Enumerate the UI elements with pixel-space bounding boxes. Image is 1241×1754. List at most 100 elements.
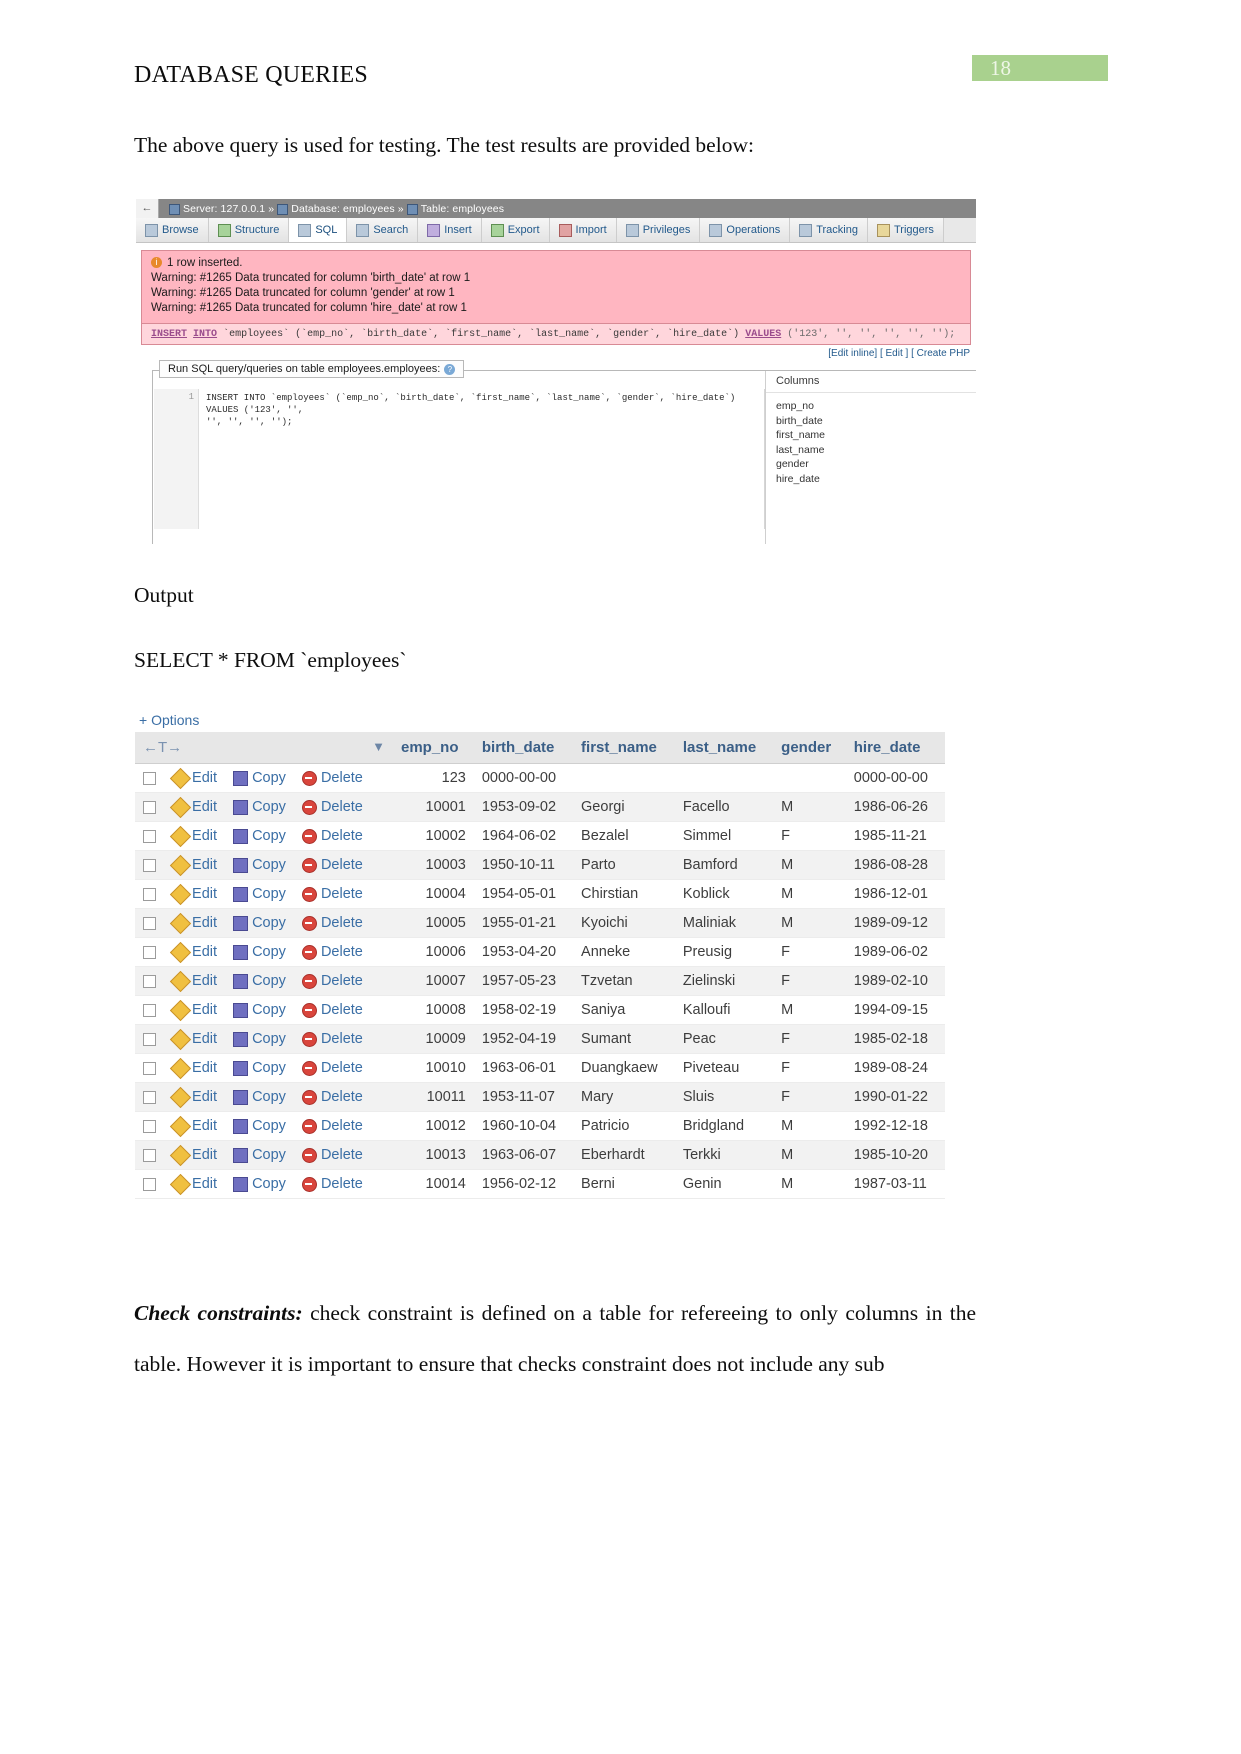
header-emp-no[interactable]: emp_no (393, 732, 474, 764)
sql-keyword-insert: INSERT (151, 329, 188, 340)
header-birth-date[interactable]: birth_date (473, 732, 574, 764)
edit-link[interactable]: Edit (169, 1144, 217, 1166)
tab-browse[interactable]: Browse (136, 218, 209, 242)
row-checkbox[interactable] (143, 771, 156, 785)
copy-link[interactable]: Copy (233, 1089, 286, 1105)
breadcrumb-table[interactable]: Table: employees (421, 203, 504, 215)
header-first-name[interactable]: first_name (573, 732, 675, 764)
edit-link[interactable]: Edit (169, 1057, 217, 1079)
header-gender[interactable]: gender (773, 732, 846, 764)
delete-link[interactable]: Delete (301, 944, 363, 960)
delete-link[interactable]: Delete (301, 1147, 363, 1163)
row-checkbox[interactable] (143, 1177, 156, 1191)
chevron-down-icon[interactable]: ▼ (372, 739, 385, 754)
header-hire-date[interactable]: hire_date (845, 732, 945, 764)
tab-triggers[interactable]: Triggers (867, 218, 944, 242)
row-checkbox[interactable] (143, 1003, 156, 1017)
copy-link[interactable]: Copy (233, 1002, 286, 1018)
delete-link[interactable]: Delete (301, 770, 363, 786)
edit-link[interactable]: Edit (169, 796, 217, 818)
delete-link[interactable]: Delete (301, 973, 363, 989)
edit-link[interactable]: Edit (169, 999, 217, 1021)
tab-import[interactable]: Import (549, 218, 617, 242)
column-item[interactable]: hire_date (776, 472, 976, 487)
tab-operations[interactable]: Operations (700, 218, 791, 242)
edit-link[interactable]: Edit (169, 854, 217, 876)
copy-link[interactable]: Copy (233, 770, 286, 786)
edit-link[interactable]: Edit (169, 767, 217, 789)
delete-link[interactable]: Delete (301, 1089, 363, 1105)
tab-structure[interactable]: Structure (208, 218, 290, 242)
column-item[interactable]: first_name (776, 428, 976, 443)
column-item[interactable]: emp_no (776, 399, 976, 414)
breadcrumb-database[interactable]: Database: employees (291, 203, 394, 215)
delete-link[interactable]: Delete (301, 1176, 363, 1192)
row-checkbox[interactable] (143, 1090, 156, 1104)
copy-link[interactable]: Copy (233, 915, 286, 931)
row-checkbox[interactable] (143, 829, 156, 843)
edit-link[interactable]: Edit (169, 1086, 217, 1108)
copy-link[interactable]: Copy (233, 944, 286, 960)
edit-link[interactable]: Edit (169, 1115, 217, 1137)
delete-link[interactable]: Delete (301, 828, 363, 844)
delete-link[interactable]: Delete (301, 799, 363, 815)
delete-link[interactable]: Delete (301, 886, 363, 902)
sql-edit-links[interactable]: [Edit inline] [ Edit ] [ Create PHP (136, 345, 976, 361)
copy-link[interactable]: Copy (233, 886, 286, 902)
delete-link[interactable]: Delete (301, 1060, 363, 1076)
delete-link[interactable]: Delete (301, 1031, 363, 1047)
cell-gender: F (773, 937, 846, 967)
sort-controls-header[interactable]: ←T→ ▼ (135, 732, 393, 764)
copy-link[interactable]: Copy (233, 1060, 286, 1076)
help-icon[interactable]: ? (444, 363, 456, 375)
back-arrow-icon[interactable]: ← (136, 199, 159, 218)
delete-link[interactable]: Delete (301, 857, 363, 873)
cell-last-name: Bridgland (674, 1111, 774, 1141)
editor-content[interactable]: INSERT INTO `employees` (`emp_no`, `birt… (206, 392, 756, 428)
delete-link[interactable]: Delete (301, 915, 363, 931)
edit-link[interactable]: Edit (169, 970, 217, 992)
row-checkbox[interactable] (143, 1061, 156, 1075)
tab-tracking[interactable]: Tracking (790, 218, 868, 242)
edit-link[interactable]: Edit (169, 941, 217, 963)
delete-icon (301, 1118, 317, 1134)
tab-insert[interactable]: Insert (418, 218, 482, 242)
copy-link[interactable]: Copy (233, 1118, 286, 1134)
copy-link[interactable]: Copy (233, 828, 286, 844)
edit-link[interactable]: Edit (169, 883, 217, 905)
tab-sql[interactable]: SQL (289, 218, 348, 242)
edit-link[interactable]: Edit (169, 825, 217, 847)
row-checkbox[interactable] (143, 887, 156, 901)
row-checkbox[interactable] (143, 858, 156, 872)
column-item[interactable]: gender (776, 457, 976, 472)
copy-link[interactable]: Copy (233, 1031, 286, 1047)
delete-label: Delete (320, 944, 363, 960)
copy-link[interactable]: Copy (233, 1176, 286, 1192)
row-checkbox[interactable] (143, 1119, 156, 1133)
options-toggle[interactable]: + Options (135, 712, 945, 728)
header-last-name[interactable]: last_name (674, 732, 774, 764)
delete-link[interactable]: Delete (301, 1002, 363, 1018)
edit-link[interactable]: Edit (169, 912, 217, 934)
tab-search[interactable]: Search (347, 218, 419, 242)
copy-link[interactable]: Copy (233, 799, 286, 815)
row-checkbox[interactable] (143, 916, 156, 930)
copy-link[interactable]: Copy (233, 1147, 286, 1163)
row-checkbox[interactable] (143, 974, 156, 988)
triggers-icon (876, 223, 890, 237)
row-checkbox[interactable] (143, 1032, 156, 1046)
row-checkbox[interactable] (143, 1148, 156, 1162)
breadcrumb-server[interactable]: Server: 127.0.0.1 (183, 203, 265, 215)
row-checkbox[interactable] (143, 800, 156, 814)
column-item[interactable]: last_name (776, 443, 976, 458)
column-item[interactable]: birth_date (776, 414, 976, 429)
row-checkbox[interactable] (143, 945, 156, 959)
delete-link[interactable]: Delete (301, 1118, 363, 1134)
edit-link[interactable]: Edit (169, 1173, 217, 1195)
edit-link[interactable]: Edit (169, 1028, 217, 1050)
tab-privileges[interactable]: Privileges (616, 218, 701, 242)
copy-link[interactable]: Copy (233, 973, 286, 989)
sql-editor[interactable]: 1 INSERT INTO `employees` (`emp_no`, `bi… (154, 389, 765, 529)
copy-link[interactable]: Copy (233, 857, 286, 873)
tab-export[interactable]: Export (481, 218, 550, 242)
